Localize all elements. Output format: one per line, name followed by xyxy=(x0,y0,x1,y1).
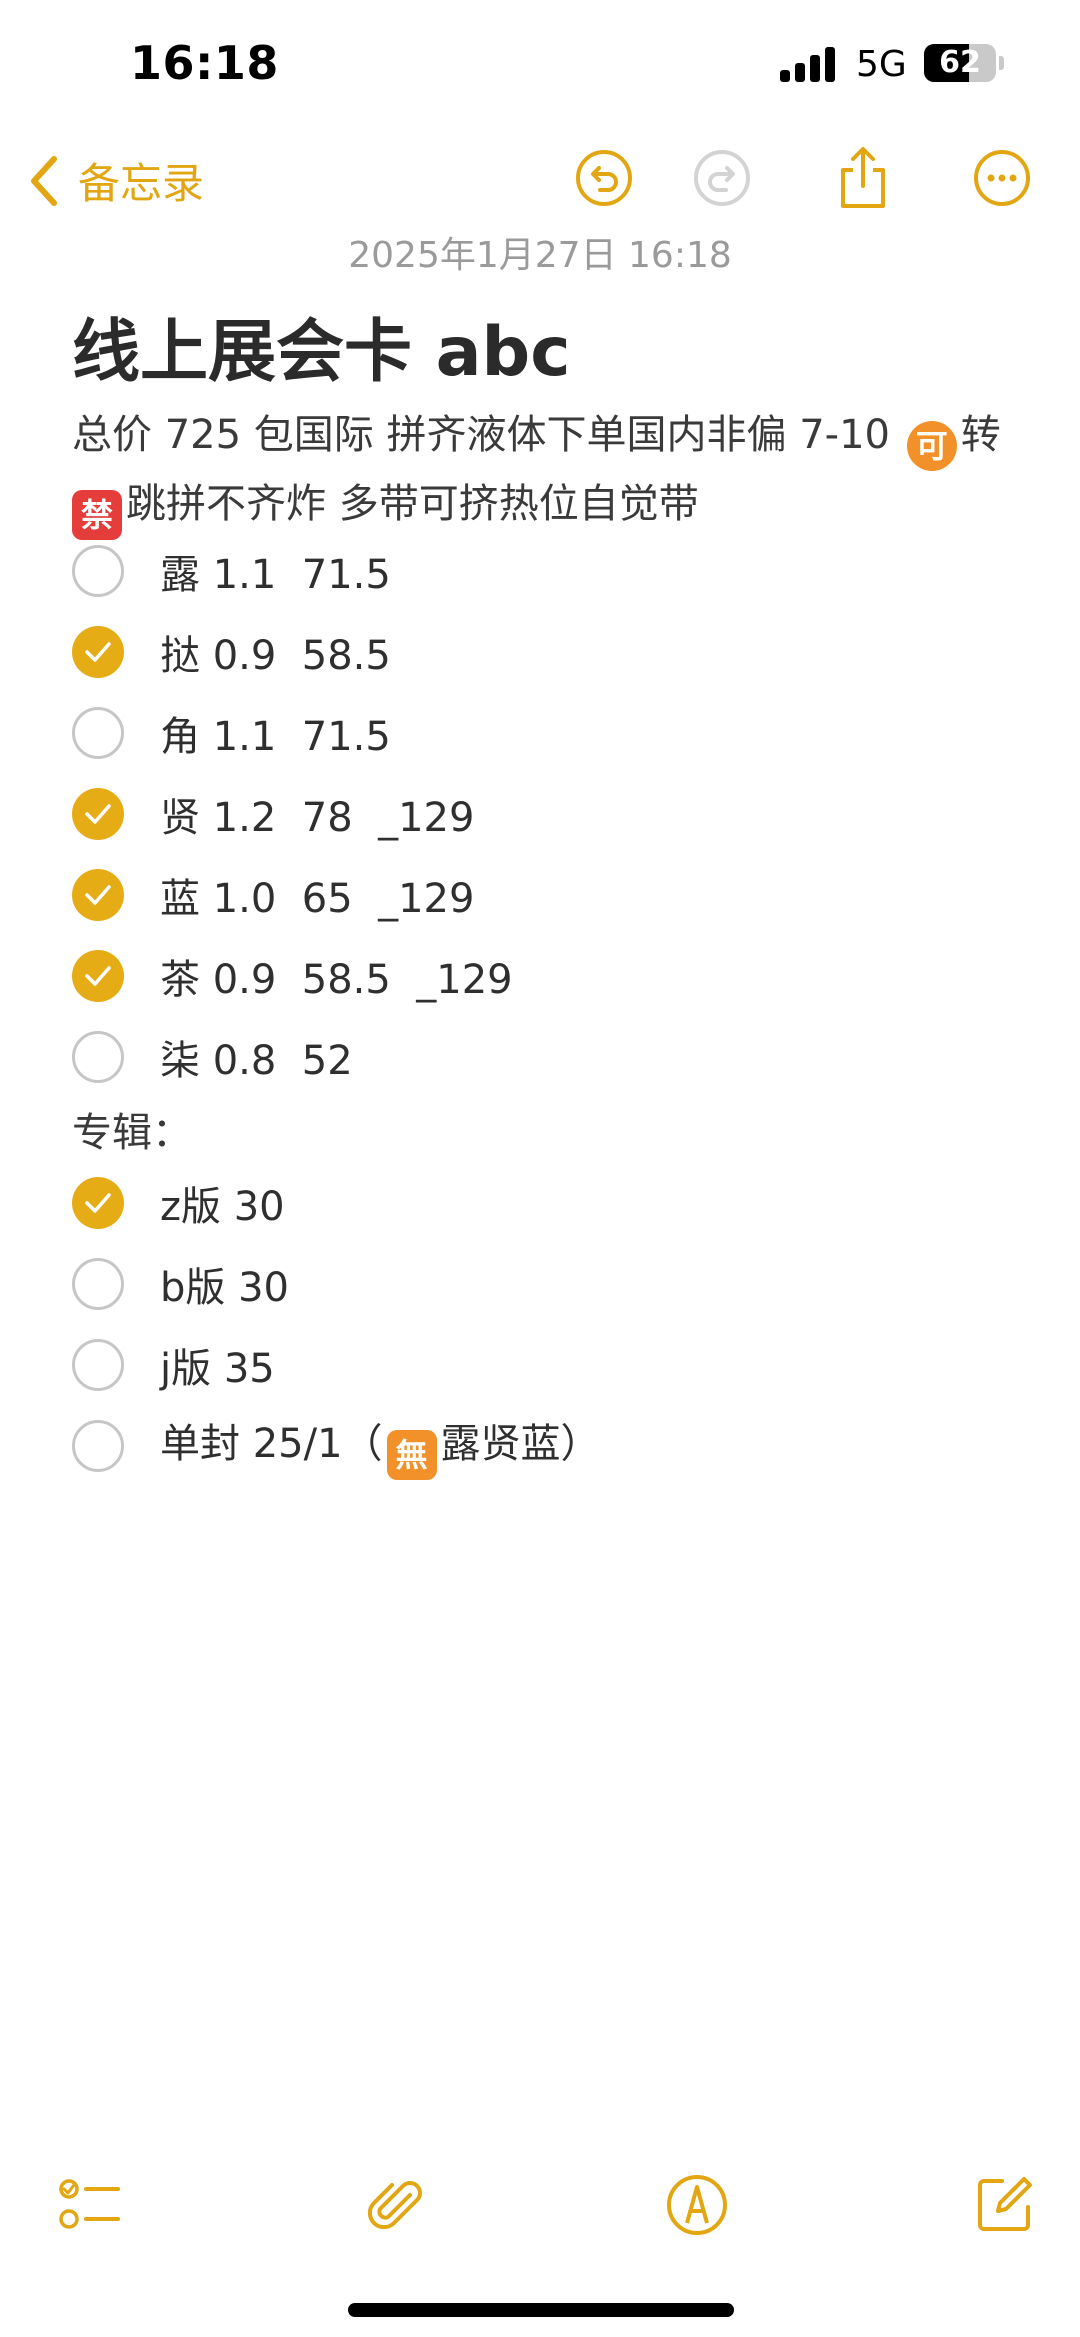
checked-circle-icon[interactable] xyxy=(72,949,124,1002)
checklist-item-text[interactable]: z版 30 xyxy=(160,1174,285,1232)
checklist-item-text[interactable]: 单封 25/1（無露贤蓝） xyxy=(160,1411,601,1480)
checklist-item-text[interactable]: 挞 0.9 58.5 xyxy=(160,623,391,681)
share-icon xyxy=(841,147,885,208)
status-time: 16:18 xyxy=(130,36,279,90)
checklist-icon xyxy=(59,2179,120,2229)
checklist-item: j版 35 xyxy=(72,1324,1032,1405)
checklist-item-text[interactable]: 贤 1.2 78 _129 xyxy=(160,785,474,843)
unchecked-circle-icon[interactable] xyxy=(72,1338,124,1391)
network-type: 5G xyxy=(856,44,907,85)
album-checklist: z版 30 b版 30 j版 35 单封 25/1（無露贤蓝） xyxy=(72,1162,1032,1486)
checklist-button[interactable] xyxy=(50,2165,130,2245)
checklist-item: 挞 0.9 58.5 xyxy=(72,611,1032,692)
undo-icon xyxy=(576,150,632,206)
checklist-item-text[interactable]: 角 1.1 71.5 xyxy=(160,704,391,762)
redo-icon xyxy=(694,150,750,206)
checkmark-icon xyxy=(85,884,111,905)
checklist-item-text[interactable]: b版 30 xyxy=(160,1255,289,1313)
checklist-item: 角 1.1 71.5 xyxy=(72,692,1032,773)
compose-icon xyxy=(978,2177,1032,2231)
battery-cap xyxy=(999,56,1004,70)
markup-pen-icon xyxy=(667,2175,727,2235)
item-text-suffix: 露贤蓝） xyxy=(440,1421,601,1467)
checklist-item: b版 30 xyxy=(72,1243,1032,1324)
unchecked-circle-icon[interactable] xyxy=(72,1419,124,1472)
checklist-item-text[interactable]: 茶 0.9 58.5 _129 xyxy=(160,947,513,1005)
checked-circle-icon[interactable] xyxy=(72,787,124,840)
cellular-signal-icon xyxy=(780,46,840,82)
checked-circle-icon[interactable] xyxy=(72,868,124,921)
more-icon xyxy=(974,150,1030,206)
checklist: 露 1.1 71.5 挞 0.9 58.5 角 1.1 71.5 贤 1.2 78 _… xyxy=(72,530,1032,1097)
checklist-item: 单封 25/1（無露贤蓝） xyxy=(72,1405,1032,1486)
desc-line-1-suffix: 转 xyxy=(960,412,1001,458)
desc-line-1-prefix: 总价 725 包国际 拼齐液体下单国内非偏 7-10 xyxy=(72,412,903,458)
checklist-item-text[interactable]: j版 35 xyxy=(160,1336,275,1394)
battery-icon: 62 xyxy=(924,44,996,82)
checklist-item-text[interactable]: 露 1.1 71.5 xyxy=(160,542,391,600)
paperclip-icon xyxy=(367,2181,422,2230)
redo-button[interactable] xyxy=(686,142,758,214)
nav-bar: 备忘录 xyxy=(0,130,1080,230)
item-text-prefix: 单封 25/1（ xyxy=(160,1421,383,1467)
emoji-ke: 可 xyxy=(906,421,957,471)
back-button[interactable]: 备忘录 xyxy=(30,150,204,211)
desc-line-2-text: 跳拼不齐炸 多带可挤热位自觉带 xyxy=(126,481,699,527)
checklist-item: 贤 1.2 78 _129 xyxy=(72,773,1032,854)
note-date: 2025年1月27日 16:18 xyxy=(348,235,732,276)
share-button[interactable] xyxy=(827,142,899,214)
note-description[interactable]: 总价 725 包国际 拼齐液体下单国内非偏 7-10 可转 禁跳拼不齐炸 多带可… xyxy=(72,402,1032,540)
album-heading: 专辑： xyxy=(72,1110,192,1156)
checkmark-icon xyxy=(85,1192,111,1213)
checklist-item: 柒 0.8 52 xyxy=(72,1016,1032,1097)
back-label: 备忘录 xyxy=(78,159,205,208)
checklist-item: z版 30 xyxy=(72,1162,1032,1243)
battery-percent: 62 xyxy=(939,45,981,80)
status-bar: 16:18 5G 62 xyxy=(0,0,1080,130)
checkmark-icon xyxy=(85,803,111,824)
unchecked-circle-icon[interactable] xyxy=(72,544,124,597)
checked-circle-icon[interactable] xyxy=(72,625,124,678)
home-indicator[interactable] xyxy=(348,2303,734,2317)
more-button[interactable] xyxy=(966,142,1038,214)
attach-button[interactable] xyxy=(356,2165,436,2245)
emoji-wu: 無 xyxy=(386,1430,437,1480)
unchecked-circle-icon[interactable] xyxy=(72,1257,124,1310)
checkmark-icon xyxy=(85,965,111,986)
markup-button[interactable] xyxy=(657,2165,737,2245)
bottom-toolbar xyxy=(0,2165,1080,2245)
checklist-item: 蓝 1.0 65 _129 xyxy=(72,854,1032,935)
note-title[interactable]: 线上展会卡 abc xyxy=(72,296,571,395)
desc-line-1: 总价 725 包国际 拼齐液体下单国内非偏 7-10 可转 xyxy=(72,402,1032,471)
checklist-item-text[interactable]: 蓝 1.0 65 _129 xyxy=(160,866,474,924)
unchecked-circle-icon[interactable] xyxy=(72,1030,124,1083)
checklist-item: 茶 0.9 58.5 _129 xyxy=(72,935,1032,1016)
unchecked-circle-icon[interactable] xyxy=(72,706,124,759)
checklist-item-text[interactable]: 柒 0.8 52 xyxy=(160,1028,353,1086)
checkmark-icon xyxy=(85,641,111,662)
compose-button[interactable] xyxy=(964,2165,1044,2245)
undo-button[interactable] xyxy=(568,142,640,214)
chevron-left-icon xyxy=(31,155,57,206)
checklist-item: 露 1.1 71.5 xyxy=(72,530,1032,611)
checked-circle-icon[interactable] xyxy=(72,1176,124,1229)
